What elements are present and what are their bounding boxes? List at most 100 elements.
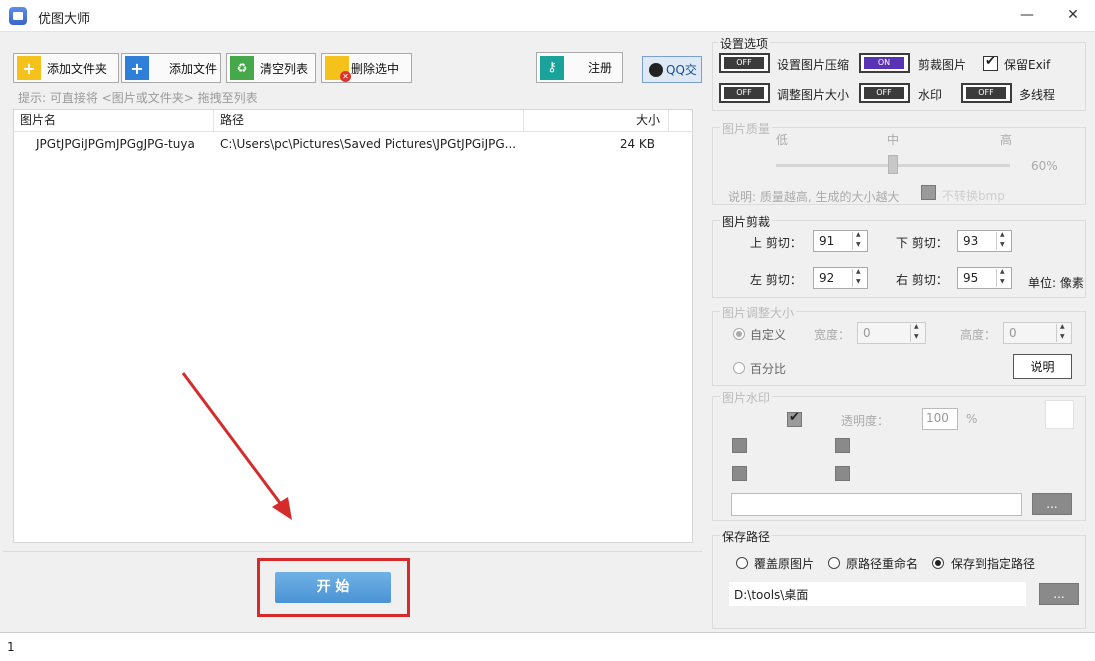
watermark-browse-button[interactable]: ... — [1032, 493, 1072, 515]
keep-exif-checkbox[interactable] — [983, 54, 998, 71]
resize-custom-label: 自定义 — [750, 328, 787, 342]
crop-left-spinner[interactable]: 92 — [813, 267, 868, 289]
close-button[interactable]: ✕ — [1050, 0, 1095, 32]
watermark-toggle[interactable]: OFF — [859, 83, 910, 103]
qq-button[interactable]: QQ交 — [642, 56, 702, 83]
bmp-checkbox[interactable] — [921, 185, 936, 200]
overwrite-label: 覆盖原图片 — [754, 557, 815, 571]
opacity-label: 透明度： — [841, 414, 890, 428]
compress-label: 设置图片压缩 — [777, 58, 850, 72]
resize-width-value: 0 — [863, 326, 871, 340]
crop-top-label: 上 剪切： — [750, 236, 802, 250]
overwrite-radio[interactable] — [736, 557, 748, 569]
crop-unit: 单位: 像素 — [1028, 276, 1084, 290]
minimize-button[interactable]: — — [1004, 0, 1050, 32]
resize-custom-radio[interactable] — [733, 328, 745, 340]
resize-toggle[interactable]: OFF — [719, 83, 770, 103]
crop-top-spinner[interactable]: 91 — [813, 230, 868, 252]
spinner-arrows[interactable] — [996, 268, 1010, 287]
title-bar: 优图大师 — ✕ — [0, 0, 1095, 32]
save-to-radio[interactable] — [932, 557, 944, 569]
position-bottom-left-checkbox[interactable] — [732, 466, 747, 481]
folder-add-icon: + — [17, 56, 41, 80]
spinner-arrows[interactable] — [852, 268, 866, 287]
opacity-percent: % — [966, 412, 978, 426]
multithread-toggle[interactable]: OFF — [961, 83, 1012, 103]
position-top-left-checkbox[interactable] — [732, 438, 747, 453]
position-top-right-checkbox[interactable] — [835, 438, 850, 453]
toggle-state: OFF — [724, 57, 764, 69]
resize-percent-label: 百分比 — [750, 362, 787, 376]
status-bar: 1 — [0, 632, 1095, 661]
file-add-icon: + — [125, 56, 149, 80]
resize-width-spinner[interactable]: 0 — [857, 322, 926, 344]
red-arrow-annotation — [181, 372, 292, 520]
quality-high: 高 — [1000, 133, 1013, 147]
column-path[interactable]: 路径 — [214, 110, 524, 131]
add-file-label: 添加文件 — [169, 61, 218, 76]
column-size[interactable]: 大小 — [524, 110, 669, 131]
resize-title: 图片调整大小 — [720, 304, 797, 321]
settings-title: 设置选项 — [718, 35, 771, 52]
start-button[interactable]: 开 始 — [275, 572, 391, 603]
table-row[interactable]: JPGtJPGiJPGmJPGgJPG-tuya C:\Users\pc\Pic… — [14, 133, 692, 155]
register-label: 注册 — [588, 61, 613, 75]
spinner-arrows[interactable] — [1056, 323, 1070, 342]
watermark-label: 水印 — [918, 88, 943, 102]
save-browse-button[interactable]: ... — [1039, 583, 1079, 605]
crop-bottom-spinner[interactable]: 93 — [957, 230, 1012, 252]
watermark-file-input[interactable] — [731, 493, 1022, 516]
add-folder-label: 添加文件夹 — [47, 61, 108, 76]
crop-right-spinner[interactable]: 95 — [957, 267, 1012, 289]
delete-selected-label: 删除选中 — [351, 61, 400, 76]
quality-mid: 中 — [887, 133, 900, 147]
window-title: 优图大师 — [38, 12, 91, 27]
crop-bottom-value: 93 — [963, 234, 979, 248]
save-path-input[interactable]: D:\tools\桌面 — [729, 582, 1026, 606]
recycle-icon: ♻ — [230, 56, 254, 80]
rename-radio[interactable] — [828, 557, 840, 569]
rename-label: 原路径重命名 — [846, 557, 919, 571]
row-name: JPGtJPGiJPGmJPGgJPG-tuya — [36, 137, 195, 151]
toggle-state: OFF — [864, 87, 904, 99]
divider — [3, 551, 703, 552]
spinner-arrows[interactable] — [852, 231, 866, 250]
qq-label: QQ交 — [666, 63, 697, 77]
quality-value: 60% — [1031, 159, 1058, 173]
quality-slider-thumb[interactable] — [888, 155, 898, 174]
add-file-button[interactable]: + 添加文件 — [121, 53, 221, 83]
spinner-arrows[interactable] — [996, 231, 1010, 250]
resize-height-label: 高度： — [960, 328, 997, 342]
toggle-state: OFF — [966, 87, 1006, 99]
crop-right-label: 右 剪切： — [896, 273, 948, 287]
crop-left-value: 92 — [819, 271, 835, 285]
compress-toggle[interactable]: OFF — [719, 53, 770, 73]
resize-explain-button[interactable]: 说明 — [1013, 354, 1072, 379]
list-header: 图片名 路径 大小 — [14, 110, 692, 132]
watermark-title: 图片水印 — [720, 389, 773, 406]
opacity-input[interactable]: 100 — [922, 408, 958, 430]
save-title: 保存路径 — [720, 528, 773, 545]
keep-exif-label: 保留Exif — [1004, 58, 1051, 72]
resize-percent-radio[interactable] — [733, 362, 745, 374]
toggle-state: ON — [864, 57, 904, 69]
watermark-text-checkbox[interactable] — [787, 410, 802, 427]
delete-selected-button[interactable]: ✕ 删除选中 — [321, 53, 412, 83]
crop-toggle[interactable]: ON — [859, 53, 910, 73]
file-list[interactable]: 图片名 路径 大小 JPGtJPGiJPGmJPGgJPG-tuya C:\Us… — [13, 109, 693, 543]
crop-label: 剪裁图片 — [918, 58, 967, 72]
row-path: C:\Users\pc\Pictures\Saved Pictures\JPGt… — [220, 137, 517, 151]
position-bottom-right-checkbox[interactable] — [835, 466, 850, 481]
status-text: 1 — [7, 640, 15, 654]
delete-folder-icon: ✕ — [325, 56, 351, 82]
quality-title: 图片质量 — [720, 120, 773, 137]
register-button[interactable]: ⚷ 注册 — [536, 52, 623, 83]
resize-height-spinner[interactable]: 0 — [1003, 322, 1072, 344]
spinner-arrows[interactable] — [910, 323, 924, 342]
qq-penguin-icon — [649, 62, 663, 77]
add-folder-button[interactable]: + 添加文件夹 — [13, 53, 119, 83]
clear-list-button[interactable]: ♻ 清空列表 — [226, 53, 316, 83]
column-name[interactable]: 图片名 — [14, 110, 214, 131]
color-swatch[interactable] — [1045, 400, 1074, 429]
quality-note: 说明: 质量越高, 生成的大小越大 — [728, 190, 900, 204]
